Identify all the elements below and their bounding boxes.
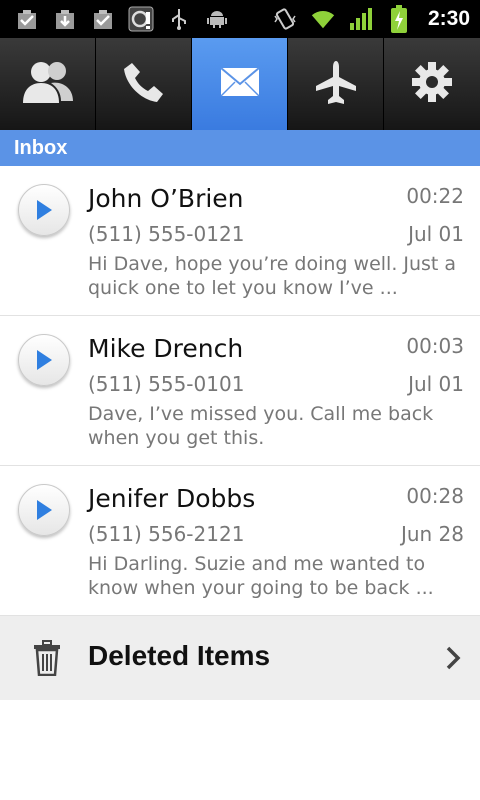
task-icon [90, 6, 116, 32]
usb-icon [166, 6, 192, 32]
tab-settings[interactable] [384, 38, 480, 130]
contacts-icon [21, 59, 75, 109]
tab-bar [0, 38, 480, 130]
caller-phone: (511) 556-2121 [88, 522, 245, 546]
task-icon [14, 6, 40, 32]
list-item[interactable]: Mike Drench 00:03 (511) 555-0101 Jul 01 … [0, 316, 480, 466]
list-item[interactable]: John O’Brien 00:22 (511) 555-0121 Jul 01… [0, 166, 480, 316]
message-date: Jun 28 [400, 522, 464, 546]
signal-icon [348, 6, 374, 32]
gear-icon [411, 61, 453, 107]
clock: 2:30 [427, 7, 470, 30]
caller-name: John O’Brien [88, 184, 244, 213]
play-icon [37, 350, 52, 370]
deleted-items-label: Deleted Items [88, 640, 271, 671]
battery-charging-icon [386, 5, 412, 33]
tab-airplane[interactable] [288, 38, 384, 130]
message-date: Jul 01 [408, 372, 464, 396]
message-preview: Dave, I’ve missed you. Call me back when… [88, 403, 434, 449]
caller-phone: (511) 555-0101 [88, 372, 245, 396]
caller-name: Jenifer Dobbs [88, 484, 256, 513]
voicemail-list: John O’Brien 00:22 (511) 555-0121 Jul 01… [0, 166, 480, 616]
download-icon [52, 6, 78, 32]
system-icons: 2:30 [272, 4, 470, 34]
airplane-icon [314, 59, 358, 109]
play-icon [37, 500, 52, 520]
envelope-icon [219, 67, 260, 101]
message-preview: Hi Dave, hope you’re doing well. Just a … [88, 253, 457, 299]
play-button[interactable] [18, 484, 70, 536]
list-item[interactable]: Jenifer Dobbs 00:28 (511) 556-2121 Jun 2… [0, 466, 480, 616]
caller-phone: (511) 555-0121 [88, 222, 245, 246]
section-header-inbox: Inbox [0, 130, 480, 166]
caller-name: Mike Drench [88, 334, 244, 363]
message-preview: Hi Darling. Suzie and me wanted to know … [88, 553, 434, 599]
tab-phone[interactable] [96, 38, 192, 130]
play-button[interactable] [18, 184, 70, 236]
chevron-right-icon [444, 644, 462, 672]
trash-icon [32, 640, 62, 677]
notification-icons [14, 4, 230, 34]
tab-contacts[interactable] [0, 38, 96, 130]
message-duration: 00:03 [406, 334, 464, 358]
phone-icon [122, 60, 166, 108]
vibrate-icon [272, 6, 298, 32]
status-bar: 2:30 [0, 0, 480, 38]
android-debug-icon [204, 6, 230, 32]
play-icon [37, 200, 52, 220]
message-date: Jul 01 [408, 222, 464, 246]
message-duration: 00:22 [406, 184, 464, 208]
wifi-icon [310, 6, 336, 32]
deleted-items-row[interactable]: Deleted Items [0, 616, 480, 700]
message-duration: 00:28 [406, 484, 464, 508]
sync-alert-icon [128, 6, 154, 32]
tab-messages[interactable] [192, 38, 288, 130]
play-button[interactable] [18, 334, 70, 386]
